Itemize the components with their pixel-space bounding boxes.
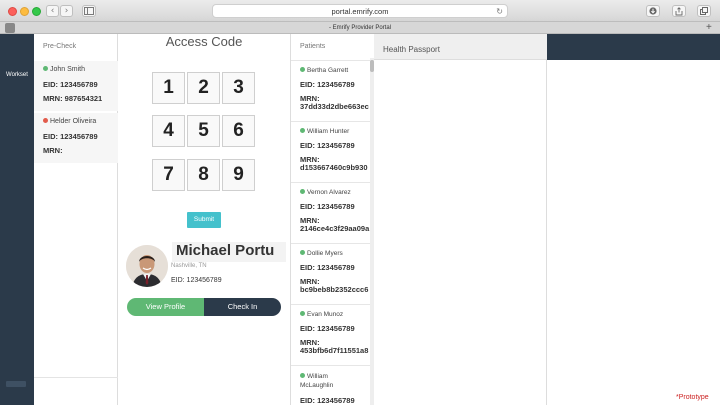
status-dot-icon (300, 67, 305, 72)
patient-eid: EID: 123456789 (300, 141, 355, 150)
keypad-key-6[interactable]: 6 (222, 115, 255, 147)
tab-bar: - Emrify Provider Portal + (0, 22, 720, 34)
keypad-key-1[interactable]: 1 (152, 72, 185, 104)
keypad-key-8[interactable]: 8 (187, 159, 220, 191)
view-profile-button[interactable]: View Profile (127, 298, 204, 316)
patient-mrn: d153667460c9b930 (300, 163, 368, 172)
keypad-key-2[interactable]: 2 (187, 72, 220, 104)
patient-item[interactable]: Vernon Alvarez EID: 123456789 MRN: 2146c… (291, 182, 371, 242)
active-tab-title[interactable]: - Emrify Provider Portal (329, 25, 391, 31)
status-dot-icon (43, 66, 48, 71)
patient-eid: EID: 123456789 (300, 396, 355, 405)
precheck-item[interactable]: Helder Oliveira EID: 123456789 MRN: (34, 113, 118, 163)
tabs-overview-button[interactable] (697, 5, 711, 17)
close-window-icon[interactable] (8, 7, 17, 16)
keypad-key-3[interactable]: 3 (222, 72, 255, 104)
patient-eid: EID: 123456789 (300, 324, 355, 333)
keypad-key-7[interactable]: 7 (152, 159, 185, 191)
submit-button[interactable]: Submit (187, 212, 221, 228)
forward-button[interactable]: › (60, 5, 73, 17)
precheck-eid: EID: 123456789 (43, 132, 98, 141)
check-in-button[interactable]: Check In (204, 298, 281, 316)
precheck-eid: EID: 123456789 (43, 80, 98, 89)
precheck-title: Pre-Check (43, 43, 77, 50)
prototype-label: *Prototype (676, 394, 709, 401)
keypad-key-4[interactable]: 4 (152, 115, 185, 147)
reload-icon[interactable]: ↻ (496, 5, 503, 18)
tabs-icon (700, 7, 708, 15)
status-dot-icon (300, 128, 305, 133)
share-icon (675, 7, 683, 16)
nav-footer-handle[interactable] (6, 381, 26, 387)
precheck-mrn: MRN: (43, 146, 63, 155)
patient-mrn: bc9beb8b2352ccc6 (300, 285, 369, 294)
patient-item[interactable]: Evan Munoz EID: 123456789 MRN: 453bfb6d7… (291, 304, 371, 364)
patient-name: Vernon Alvarez (307, 189, 351, 196)
patient-mrn: 453bfb6d7f11551a8 (300, 346, 369, 355)
patient-eid: EID: 123456789 (300, 202, 355, 211)
precheck-column: Pre-Check John Smith EID: 123456789 MRN:… (34, 34, 118, 405)
new-tab-button[interactable]: + (706, 22, 712, 34)
patient-name: Dollie Myers (307, 250, 343, 257)
precheck-name: Helder Oliveira (50, 118, 97, 125)
passport-title: Health Passport (383, 45, 440, 54)
keypad-key-5[interactable]: 5 (187, 115, 220, 147)
access-code-title: Access Code (165, 34, 243, 49)
top-right-header (547, 34, 720, 60)
status-dot-icon (300, 189, 305, 194)
patient-eid: EID: 123456789 (300, 80, 355, 89)
patient-item[interactable]: Dollie Myers EID: 123456789 MRN: bc9beb8… (291, 243, 371, 303)
keypad-key-9[interactable]: 9 (222, 159, 255, 191)
address-bar[interactable]: portal.emrify.com ↻ (212, 4, 508, 18)
patients-title: Patients (300, 43, 326, 50)
avatar (126, 245, 168, 287)
profile-location: Nashville, TN (171, 263, 207, 269)
patients-column: Patients Bertha Garrett EID: 123456789 M… (290, 34, 374, 405)
back-button[interactable]: ‹ (46, 5, 59, 17)
app-left-nav (0, 34, 34, 405)
share-button[interactable] (672, 5, 686, 17)
precheck-item[interactable]: John Smith EID: 123456789 MRN: 987654321 (34, 61, 118, 111)
patient-name: William Hunter (307, 128, 350, 135)
zoom-window-icon[interactable] (32, 7, 41, 16)
patient-mrn: 37dd33d2dbe663ec (300, 102, 369, 111)
profile-eid: EID: 123456789 (171, 277, 222, 284)
status-dot-icon (300, 250, 305, 255)
pinned-tab-icon[interactable] (5, 23, 15, 33)
browser-titlebar: ‹ › portal.emrify.com ↻ (0, 0, 720, 22)
sidebar-toggle-button[interactable] (82, 5, 96, 17)
precheck-mrn: MRN: 987654321 (43, 94, 103, 103)
patient-item[interactable]: William McLaughlin EID: 123456789 (291, 365, 371, 405)
profile-name: Michael Portu (176, 242, 275, 259)
status-dot-icon (300, 373, 305, 378)
patient-mrn: 2146ce4c3f29aa09a (300, 224, 370, 233)
download-icon (649, 7, 657, 15)
status-dot-icon (43, 118, 48, 123)
patient-name: Bertha Garrett (307, 67, 349, 74)
patient-eid: EID: 123456789 (300, 263, 355, 272)
minimize-window-icon[interactable] (20, 7, 29, 16)
patient-item[interactable]: William Hunter EID: 123456789 MRN: d1536… (291, 121, 371, 181)
precheck-name: John Smith (50, 66, 86, 73)
url-text: portal.emrify.com (331, 7, 389, 16)
person-photo-icon (126, 245, 168, 287)
status-dot-icon (300, 311, 305, 316)
sidebar-icon (84, 7, 94, 15)
downloads-button[interactable] (646, 5, 660, 17)
passport-body (374, 60, 547, 405)
patient-item[interactable]: Bertha Garrett EID: 123456789 MRN: 37dd3… (291, 60, 371, 120)
nav-item-workset[interactable]: Workset (0, 72, 34, 78)
patient-name: Evan Munoz (307, 311, 344, 318)
divider (34, 377, 118, 378)
